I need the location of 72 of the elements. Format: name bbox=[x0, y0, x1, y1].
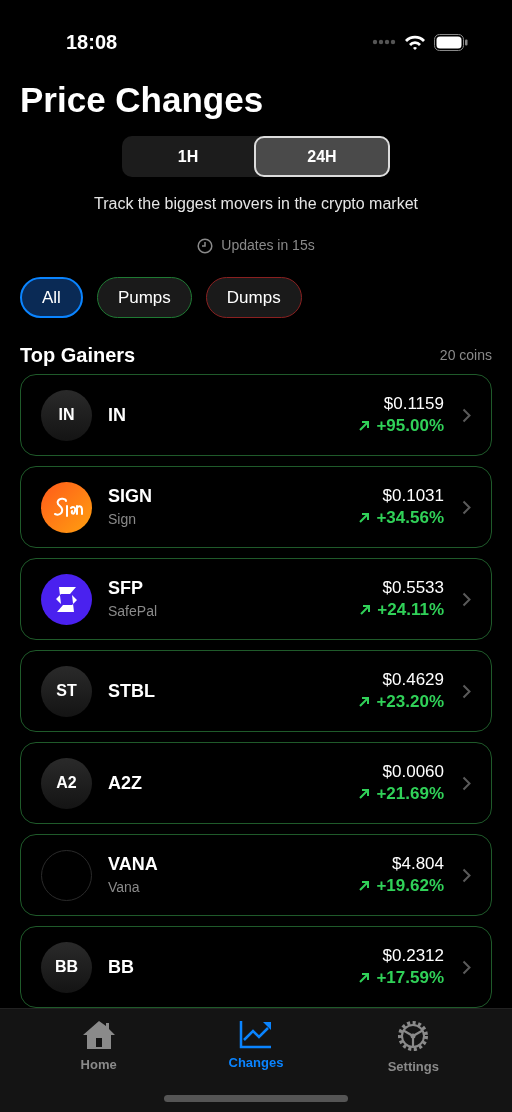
wifi-icon bbox=[404, 34, 426, 50]
coin-symbol: VANA bbox=[108, 853, 159, 875]
coin-logo bbox=[41, 573, 92, 625]
chevron-right-icon bbox=[462, 407, 471, 423]
coin-avatar: A2 bbox=[41, 757, 92, 809]
filter-chip[interactable]: All bbox=[20, 277, 83, 318]
coin-price: $0.0060 bbox=[382, 761, 444, 783]
battery-icon bbox=[434, 33, 468, 51]
subtitle: Track the biggest movers in the crypto market bbox=[93, 194, 419, 214]
coin-avatar: ST bbox=[41, 665, 92, 717]
coin-symbol: IN bbox=[108, 404, 127, 426]
coin-avatar-placeholder bbox=[41, 849, 92, 901]
page-title: Price Changes bbox=[19, 80, 265, 120]
coin-card[interactable]: SFP SafePal $0.5533 +24.11% bbox=[20, 558, 492, 640]
filter-chip[interactable]: Pumps bbox=[96, 277, 192, 318]
arrow-up-right-icon bbox=[358, 972, 371, 984]
coin-name: Vana bbox=[108, 878, 141, 897]
coin-avatar: IN bbox=[41, 389, 92, 441]
coin-symbol: SIGN bbox=[108, 485, 153, 507]
coin-card[interactable]: A2 A2Z $0.0060 +21.69% bbox=[20, 742, 492, 824]
coin-card[interactable]: IN IN $0.1159 +95.00% bbox=[20, 374, 492, 456]
coin-change: +24.11% bbox=[377, 599, 444, 621]
tab-bar-item[interactable]: Home bbox=[48, 1019, 149, 1077]
update-countdown: Updates in 15s bbox=[221, 236, 315, 255]
chevron-right-icon bbox=[462, 683, 471, 699]
trend-chart-icon bbox=[239, 1019, 273, 1049]
coin-change: +95.00% bbox=[376, 415, 444, 437]
arrow-up-right-icon bbox=[359, 604, 372, 616]
chevron-right-icon bbox=[462, 867, 471, 883]
section-title: Top Gainers bbox=[20, 343, 136, 368]
arrow-up-right-icon bbox=[358, 788, 371, 800]
coin-symbol: STBL bbox=[108, 680, 156, 702]
coin-card[interactable]: ST STBL $0.4629 +23.20% bbox=[20, 650, 492, 732]
tab-bar-item[interactable]: Changes bbox=[206, 1019, 306, 1077]
coin-name: Sign bbox=[108, 510, 138, 529]
coin-avatar: BB bbox=[41, 941, 92, 993]
tab-bar-item[interactable]: Settings bbox=[363, 1019, 464, 1077]
chevron-right-icon bbox=[462, 959, 471, 975]
coin-change: +34.56% bbox=[376, 507, 444, 529]
period-tab[interactable]: 1H bbox=[122, 136, 254, 177]
coin-price: $0.5533 bbox=[382, 577, 444, 599]
arrow-up-right-icon bbox=[358, 512, 371, 524]
status-time: 18:08 bbox=[66, 30, 118, 55]
coin-symbol: SFP bbox=[108, 577, 144, 599]
coin-card[interactable]: VANA Vana $4.804 +19.62% bbox=[20, 834, 492, 916]
chevron-right-icon bbox=[462, 499, 471, 515]
coin-symbol: BB bbox=[108, 956, 135, 978]
period-tab[interactable]: 24H bbox=[254, 136, 390, 177]
chevron-right-icon bbox=[462, 591, 471, 607]
chevron-right-icon bbox=[462, 775, 471, 791]
coin-symbol: A2Z bbox=[108, 772, 143, 794]
arrow-up-right-icon bbox=[358, 880, 371, 892]
coin-change: +17.59% bbox=[376, 967, 444, 989]
coin-name: SafePal bbox=[108, 602, 159, 621]
coin-price: $0.4629 bbox=[382, 669, 444, 691]
coin-logo bbox=[41, 481, 92, 533]
clock-icon bbox=[197, 237, 214, 254]
gear-icon bbox=[396, 1019, 431, 1053]
coin-change: +19.62% bbox=[376, 875, 444, 897]
arrow-up-right-icon bbox=[358, 420, 371, 432]
coin-price: $0.1031 bbox=[382, 485, 444, 507]
coin-change: +23.20% bbox=[376, 691, 444, 713]
coin-price: $4.804 bbox=[392, 853, 444, 875]
coin-change: +21.69% bbox=[376, 783, 444, 805]
coin-count: 20 coins bbox=[439, 345, 492, 365]
signal-icon bbox=[372, 39, 396, 45]
coin-price: $0.2312 bbox=[382, 945, 444, 967]
filter-chip[interactable]: Dumps bbox=[205, 277, 302, 318]
coin-price: $0.1159 bbox=[383, 393, 444, 415]
arrow-up-right-icon bbox=[358, 696, 371, 708]
coin-card[interactable]: SIGN Sign $0.1031 +34.56% bbox=[20, 466, 492, 548]
coin-card[interactable]: BB BB $0.2312 +17.59% bbox=[20, 926, 492, 1008]
